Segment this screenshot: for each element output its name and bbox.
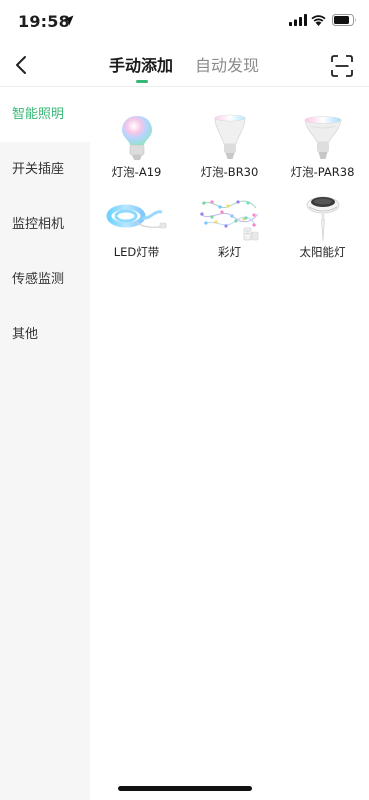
device-label: 太阳能灯 [299,245,346,259]
sidebar-item-other[interactable]: 其他 [0,307,90,362]
device-label: LED灯带 [113,245,160,259]
sidebar-item-smart-lighting[interactable]: 智能照明 [0,87,90,142]
chevron-left-icon [16,56,26,74]
active-tab-indicator [136,80,148,83]
sidebar-item-switches-sockets[interactable]: 开关插座 [0,142,90,197]
back-button[interactable] [6,50,36,80]
sidebar-item-cameras[interactable]: 监控相机 [0,197,90,252]
bulb-a19-icon [121,116,152,160]
device-label: 彩灯 [218,245,241,259]
device-item-led-strip[interactable]: LED灯带 [90,167,183,259]
sidebar-item-sensors[interactable]: 传感监测 [0,252,90,307]
scan-button[interactable] [329,53,355,79]
home-indicator [118,786,252,791]
status-bar: 19:58 [0,0,369,44]
nav-bar: 手动添加 自动发现 [0,44,369,87]
tab-auto-discover[interactable]: 自动发现 [195,56,259,76]
scan-icon [331,55,353,77]
device-item-bulb-br30[interactable]: 灯泡-BR30 [183,87,276,179]
battery-icon [332,14,356,26]
solar-light-icon [306,196,339,242]
cellular-signal-icon [289,14,307,26]
device-item-string-lights[interactable]: 彩灯 [183,167,276,259]
bulb-par38-icon [304,116,341,159]
bulb-br30-icon [214,114,245,159]
location-arrow-icon [63,15,74,26]
wifi-icon [311,15,326,26]
string-lights-icon [199,200,258,241]
led-strip-icon [106,204,166,229]
tab-manual-add[interactable]: 手动添加 [109,56,173,76]
device-item-bulb-par38[interactable]: 灯泡-PAR38 [276,87,369,179]
category-sidebar: 智能照明 开关插座 监控相机 传感监测 其他 [0,87,90,800]
device-item-bulb-a19[interactable]: 灯泡-A19 [90,87,183,179]
device-item-solar-light[interactable]: 太阳能灯 [276,167,369,259]
